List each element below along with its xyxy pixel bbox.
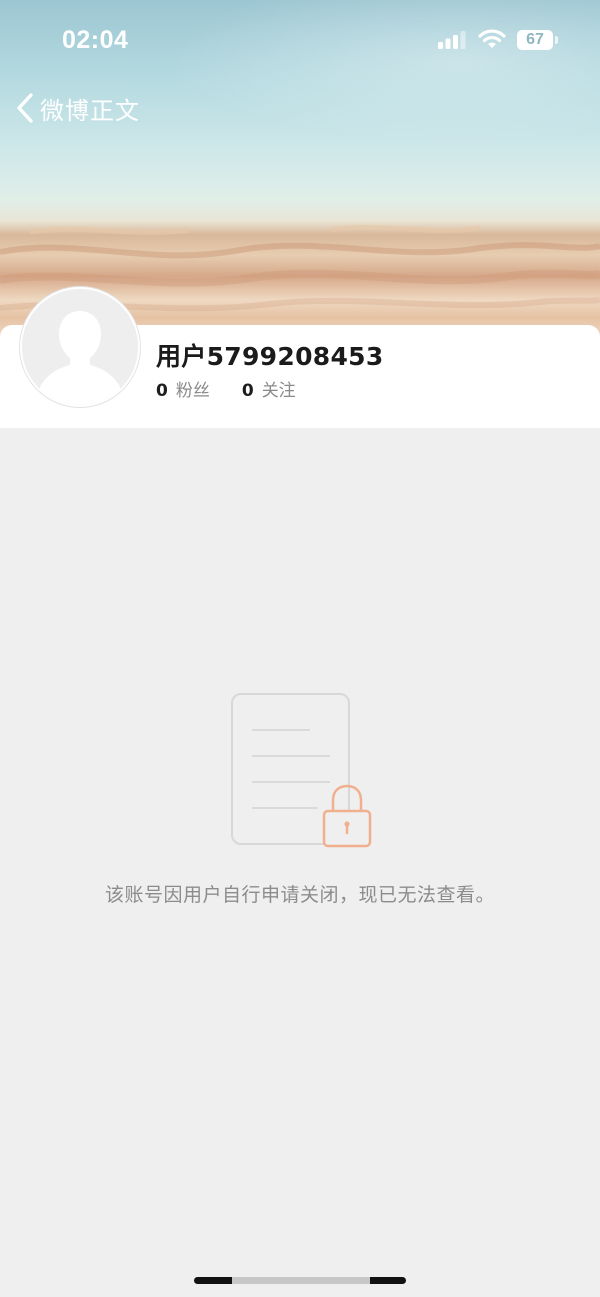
back-button-label: 微博正文 [40, 96, 140, 125]
following-label: 关注 [261, 381, 296, 401]
home-indicator-watermark [232, 1277, 370, 1284]
profile-stats: 0 粉丝 0 关注 [156, 376, 328, 401]
followers-stat[interactable]: 0 粉丝 [156, 376, 210, 401]
following-count: 0 [241, 381, 254, 401]
followers-count: 0 [156, 381, 168, 401]
followers-label: 粉丝 [175, 381, 210, 401]
battery-cap [555, 36, 558, 44]
back-button[interactable]: 微博正文 [14, 88, 140, 128]
battery-icon: 67 [517, 30, 553, 50]
locked-document-icon [231, 693, 372, 848]
wifi-icon [478, 29, 506, 48]
status-bar: 02:04 67 [0, 0, 600, 80]
battery-level: 67 [526, 31, 544, 48]
account-closed-message: 该账号因用户自行申请关闭，现已无法查看。 [104, 884, 495, 906]
user-name: 用户5799208453 [156, 342, 384, 371]
avatar[interactable] [20, 287, 140, 407]
following-stat[interactable]: 0 关注 [242, 376, 296, 401]
status-time: 02:04 [62, 26, 129, 54]
signal-icon [438, 31, 466, 49]
chevron-left-icon [17, 93, 33, 123]
default-avatar-icon [22, 289, 138, 405]
